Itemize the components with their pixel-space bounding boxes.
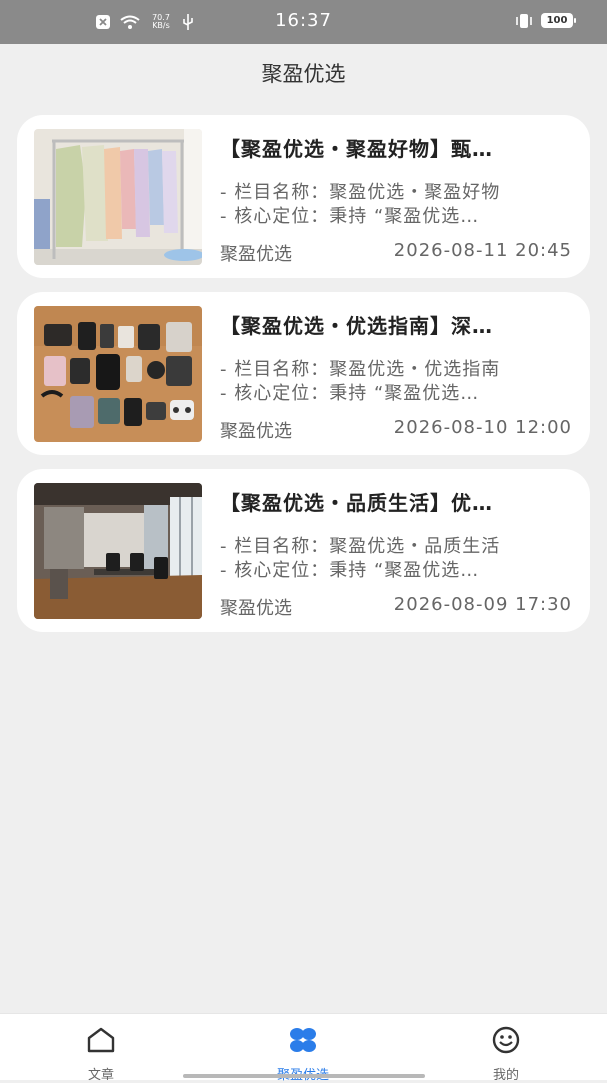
article-source: 聚盈优选 bbox=[220, 421, 292, 442]
tab-label: 我的 bbox=[492, 1068, 519, 1083]
tab-label: 文章 bbox=[87, 1068, 114, 1083]
article-summary-line: - 核心定位：秉持 “聚盈优选… bbox=[220, 206, 480, 227]
article-thumbnail-gadgets bbox=[34, 306, 202, 442]
home-icon bbox=[87, 1027, 115, 1053]
article-date: 2026-08-10 12:00 bbox=[393, 417, 572, 438]
vibrate-icon bbox=[516, 13, 532, 28]
status-right-icons: 100 bbox=[515, 13, 576, 28]
home-indicator[interactable] bbox=[183, 1074, 425, 1078]
status-bar: 70.7 KB/s 16:37 100 bbox=[0, 0, 607, 44]
article-summary-line: - 栏目名称：聚盈优选・品质生活 bbox=[220, 536, 501, 557]
article-thumbnail-clothing-rack bbox=[34, 129, 202, 265]
tab-mine[interactable]: 我的 bbox=[446, 1026, 566, 1083]
article-card[interactable]: 【聚盈优选・聚盈好物】甄… - 栏目名称：聚盈优选・聚盈好物 - 核心定位：秉持… bbox=[17, 115, 590, 278]
article-title[interactable]: 【聚盈优选・聚盈好物】甄… bbox=[220, 133, 572, 163]
page-title: 聚盈优选 bbox=[261, 62, 346, 86]
article-card[interactable]: 【聚盈优选・品质生活】优… - 栏目名称：聚盈优选・品质生活 - 核心定位：秉持… bbox=[17, 469, 590, 632]
article-source: 聚盈优选 bbox=[220, 598, 292, 619]
battery-indicator: 100 bbox=[541, 13, 576, 28]
article-date: 2026-08-09 17:30 bbox=[393, 594, 572, 615]
smiley-icon bbox=[492, 1026, 520, 1054]
tab-articles[interactable]: 文章 bbox=[41, 1026, 161, 1083]
article-date: 2026-08-11 20:45 bbox=[393, 240, 572, 261]
article-summary-line: - 核心定位：秉持 “聚盈优选… bbox=[220, 383, 480, 404]
four-petal-icon bbox=[290, 1028, 316, 1052]
article-summary-line: - 核心定位：秉持 “聚盈优选… bbox=[220, 560, 480, 581]
article-thumbnail-office bbox=[34, 483, 202, 619]
article-summary-line: - 栏目名称：聚盈优选・聚盈好物 bbox=[220, 182, 501, 203]
article-summary-line: - 栏目名称：聚盈优选・优选指南 bbox=[220, 359, 501, 380]
bottom-tab-bar: 文章 聚盈优选 我的 bbox=[0, 1013, 607, 1083]
article-title[interactable]: 【聚盈优选・优选指南】深… bbox=[220, 310, 572, 340]
article-title[interactable]: 【聚盈优选・品质生活】优… bbox=[220, 487, 572, 517]
article-list: 【聚盈优选・聚盈好物】甄… - 栏目名称：聚盈优选・聚盈好物 - 核心定位：秉持… bbox=[17, 115, 590, 646]
article-source: 聚盈优选 bbox=[220, 244, 292, 265]
article-card[interactable]: 【聚盈优选・优选指南】深… - 栏目名称：聚盈优选・优选指南 - 核心定位：秉持… bbox=[17, 292, 590, 455]
